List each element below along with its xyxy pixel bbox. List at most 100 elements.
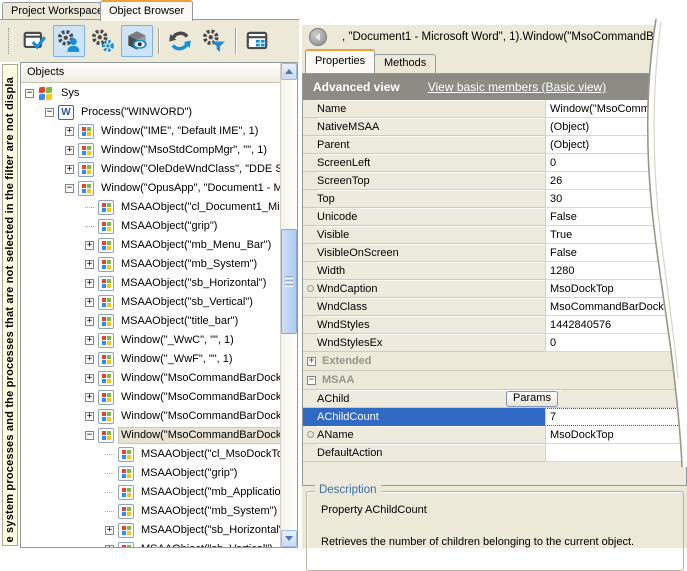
- tree-item[interactable]: −Sys: [21, 84, 280, 103]
- property-value[interactable]: 30: [545, 190, 686, 208]
- tree-item[interactable]: −WProcess("WINWORD"): [21, 103, 280, 122]
- property-group-extended[interactable]: +Extended: [303, 352, 686, 371]
- scrollbar-thumb[interactable]: [281, 229, 297, 334]
- expand-icon[interactable]: +: [65, 146, 74, 155]
- show-panel-button[interactable]: [241, 25, 273, 57]
- property-row-achild[interactable]: AChildParams: [303, 390, 686, 408]
- property-value[interactable]: [545, 444, 686, 462]
- expand-icon[interactable]: +: [85, 279, 94, 288]
- expand-icon[interactable]: +: [85, 355, 94, 364]
- tab-properties[interactable]: Properties: [305, 49, 375, 73]
- property-row-parent[interactable]: Parent(Object): [303, 136, 686, 154]
- property-value[interactable]: False: [545, 208, 686, 226]
- expand-icon[interactable]: +: [85, 241, 94, 250]
- expand-icon[interactable]: +: [105, 545, 114, 547]
- property-value[interactable]: MsoDockTop: [545, 280, 686, 298]
- params-button[interactable]: Params: [506, 391, 558, 407]
- property-row-wndstyles[interactable]: WndStyles1442840576: [303, 316, 686, 334]
- property-row-name[interactable]: NameWindow("MsoComm: [303, 100, 686, 118]
- expand-icon[interactable]: +: [85, 317, 94, 326]
- property-row-screentop[interactable]: ScreenTop26: [303, 172, 686, 190]
- tree-item[interactable]: −Window("OpusApp", "Document1 - Mic: [21, 179, 280, 198]
- property-value[interactable]: True: [545, 226, 686, 244]
- tree-item[interactable]: +Window("MsoCommandBarDock", ": [21, 388, 280, 407]
- tree-item[interactable]: MSAAObject("cl_Document1_Micro: [21, 198, 280, 217]
- collapse-icon[interactable]: −: [85, 431, 94, 440]
- expand-icon[interactable]: +: [85, 260, 94, 269]
- property-value[interactable]: False: [545, 244, 686, 262]
- tab-methods[interactable]: Methods: [374, 54, 436, 73]
- collapse-icon[interactable]: −: [65, 184, 74, 193]
- property-row-width[interactable]: Width1280: [303, 262, 686, 280]
- expand-icon[interactable]: +: [105, 526, 114, 535]
- highlight-object-button[interactable]: [19, 25, 51, 57]
- tree-item[interactable]: +MSAAObject("mb_Menu_Bar"): [21, 236, 280, 255]
- property-value[interactable]: MsoCommandBarDock: [545, 298, 686, 316]
- property-row-defaultaction[interactable]: DefaultAction: [303, 444, 686, 462]
- tree-item[interactable]: MSAAObject("mb_Application": [21, 483, 280, 502]
- property-row-unicode[interactable]: UnicodeFalse: [303, 208, 686, 226]
- tree-item[interactable]: +MSAAObject("sb_Vertical"): [21, 540, 280, 547]
- property-value[interactable]: (Object): [545, 118, 686, 136]
- tree-item[interactable]: +Window("MsoStdCompMgr", "", 1): [21, 141, 280, 160]
- filter-settings-button[interactable]: [198, 25, 230, 57]
- property-value[interactable]: Window("MsoComm: [545, 100, 686, 118]
- property-value[interactable]: 7: [545, 408, 686, 426]
- tree-item[interactable]: +MSAAObject("sb_Horizontal"): [21, 521, 280, 540]
- property-value[interactable]: 0: [545, 334, 686, 352]
- property-row-aname[interactable]: ANameMsoDockTop: [303, 426, 686, 444]
- property-value[interactable]: 1280: [545, 262, 686, 280]
- tree-item[interactable]: +MSAAObject("sb_Horizontal"): [21, 274, 280, 293]
- property-row-wndcaption[interactable]: WndCaptionMsoDockTop: [303, 280, 686, 298]
- property-row-visible[interactable]: VisibleTrue: [303, 226, 686, 244]
- tree-item[interactable]: +Window("OleDdeWndClass", "DDE Ser: [21, 160, 280, 179]
- tree-item[interactable]: +Window("MsoCommandBarDock", ": [21, 369, 280, 388]
- expand-icon[interactable]: +: [85, 336, 94, 345]
- tree-item[interactable]: MSAAObject("grip"): [21, 464, 280, 483]
- tree-item[interactable]: +MSAAObject("sb_Vertical"): [21, 293, 280, 312]
- property-row-top[interactable]: Top30: [303, 190, 686, 208]
- expand-icon[interactable]: +: [85, 298, 94, 307]
- scroll-down-button[interactable]: [281, 530, 297, 547]
- tree-item[interactable]: MSAAObject("cl_MsoDockTop": [21, 445, 280, 464]
- scroll-up-button[interactable]: [281, 63, 297, 80]
- tree-item[interactable]: +MSAAObject("title_bar"): [21, 312, 280, 331]
- tree-item[interactable]: +MSAAObject("mb_System"): [21, 255, 280, 274]
- refresh-button[interactable]: [164, 25, 196, 57]
- property-row-nativemsaa[interactable]: NativeMSAA(Object): [303, 118, 686, 136]
- property-value[interactable]: 1442840576: [545, 316, 686, 334]
- expand-icon[interactable]: +: [85, 393, 94, 402]
- property-value[interactable]: 0: [545, 154, 686, 172]
- expand-icon[interactable]: +: [65, 127, 74, 136]
- property-group-msaa[interactable]: −MSAA: [303, 371, 686, 390]
- property-row-wndstylesex[interactable]: WndStylesEx0: [303, 334, 686, 352]
- view-object-button[interactable]: [121, 25, 153, 57]
- tree-item[interactable]: +Window("MsoCommandBarDock", ": [21, 407, 280, 426]
- tab-object-browser[interactable]: Object Browser: [100, 0, 193, 21]
- property-row-visibleonscreen[interactable]: VisibleOnScreenFalse: [303, 244, 686, 262]
- property-row-wndclass[interactable]: WndClassMsoCommandBarDock: [303, 298, 686, 316]
- expand-icon[interactable]: +: [85, 412, 94, 421]
- basic-view-link[interactable]: View basic members (Basic view): [428, 80, 607, 94]
- property-value[interactable]: (Object): [545, 136, 686, 154]
- tab-project-workspace[interactable]: Project Workspace: [2, 2, 112, 19]
- tree-scrollbar[interactable]: [280, 63, 297, 547]
- collapse-icon[interactable]: −: [45, 108, 54, 117]
- tree-item[interactable]: MSAAObject("mb_System"): [21, 502, 280, 521]
- property-row-screenleft[interactable]: ScreenLeft0: [303, 154, 686, 172]
- expand-icon[interactable]: +: [65, 165, 74, 174]
- property-value[interactable]: [561, 390, 686, 408]
- expand-icon[interactable]: +: [85, 374, 94, 383]
- tree-item[interactable]: +Window("_WwF", "", 1): [21, 350, 280, 369]
- property-value[interactable]: 26: [545, 172, 686, 190]
- back-button[interactable]: [309, 28, 327, 46]
- process-filter-button[interactable]: [53, 25, 85, 57]
- expand-icon[interactable]: +: [307, 357, 316, 366]
- tree-item[interactable]: +Window("IME", "Default IME", 1): [21, 122, 280, 141]
- collapse-icon[interactable]: −: [25, 89, 34, 98]
- tree-item[interactable]: +Window("_WwC", "", 1): [21, 331, 280, 350]
- property-row-achildcount[interactable]: AChildCount7: [303, 408, 686, 426]
- tree-item[interactable]: MSAAObject("grip"): [21, 217, 280, 236]
- collapse-icon[interactable]: −: [307, 376, 316, 385]
- settings-button[interactable]: [87, 25, 119, 57]
